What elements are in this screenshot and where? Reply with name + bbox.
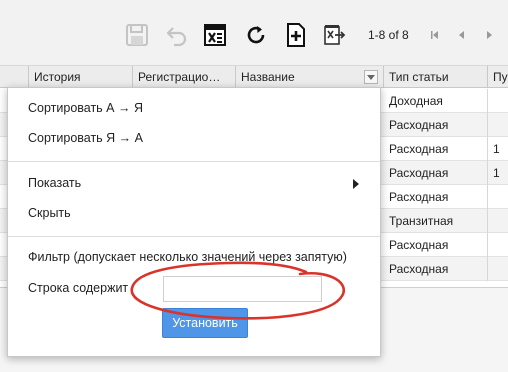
extra-cell: 1 <box>488 137 508 161</box>
apply-filter-button[interactable]: Установить <box>162 308 248 338</box>
excel-export-icon[interactable] <box>202 22 228 48</box>
column-header-select[interactable] <box>0 66 29 88</box>
extra-cell <box>488 185 508 209</box>
pager-info: 1-8 of 8 <box>368 28 409 42</box>
undo-icon[interactable] <box>164 22 190 48</box>
column-filter-button[interactable] <box>364 70 378 84</box>
add-icon[interactable] <box>283 22 309 48</box>
menu-divider <box>8 236 380 237</box>
sort-descending-item[interactable]: Сортировать Я → А <box>28 131 143 145</box>
chevron-down-icon <box>367 74 375 80</box>
extra-cell: 1 <box>488 161 508 185</box>
sort-ascending-item[interactable]: Сортировать А → Я <box>28 101 143 115</box>
type-cell: Расходная <box>384 161 488 185</box>
column-menu: Сортировать А → Я Сортировать Я → А Пока… <box>7 87 381 357</box>
type-cell: Расходная <box>384 113 488 137</box>
extra-cell <box>488 233 508 257</box>
first-page-icon[interactable] <box>428 28 442 42</box>
grid-header: История Регистрацио… Название Тип статьи… <box>0 66 508 88</box>
save-icon[interactable] <box>124 22 150 48</box>
column-header-history[interactable]: История <box>29 66 133 88</box>
hide-column-item[interactable]: Скрыть <box>28 206 71 220</box>
column-header-registration[interactable]: Регистрацио… <box>133 66 236 88</box>
extra-cell <box>488 257 508 281</box>
type-cell: Доходная <box>384 89 488 113</box>
filter-hint-label: Фильтр (допускает несколько значений чер… <box>28 250 347 264</box>
type-cell: Расходная <box>384 257 488 281</box>
type-cell: Расходная <box>384 137 488 161</box>
menu-divider <box>8 161 380 162</box>
toolbar: 1-8 of 8 <box>0 0 508 66</box>
next-page-icon[interactable] <box>482 28 496 42</box>
column-header-extra[interactable]: Пу <box>488 66 508 88</box>
column-header-type[interactable]: Тип статьи <box>384 66 488 88</box>
column-header-name[interactable]: Название <box>236 66 384 88</box>
export-icon[interactable] <box>322 22 348 48</box>
prev-page-icon[interactable] <box>455 28 469 42</box>
show-columns-item[interactable]: Показать <box>28 176 81 190</box>
type-cell: Расходная <box>384 185 488 209</box>
type-cell: Транзитная <box>384 209 488 233</box>
type-cell: Расходная <box>384 233 488 257</box>
extra-cell <box>488 89 508 113</box>
contains-label: Строка содержит <box>28 281 129 295</box>
submenu-arrow-icon <box>353 179 359 189</box>
refresh-icon[interactable] <box>243 22 269 48</box>
contains-input[interactable] <box>163 276 322 302</box>
extra-cell <box>488 113 508 137</box>
extra-cell <box>488 209 508 233</box>
